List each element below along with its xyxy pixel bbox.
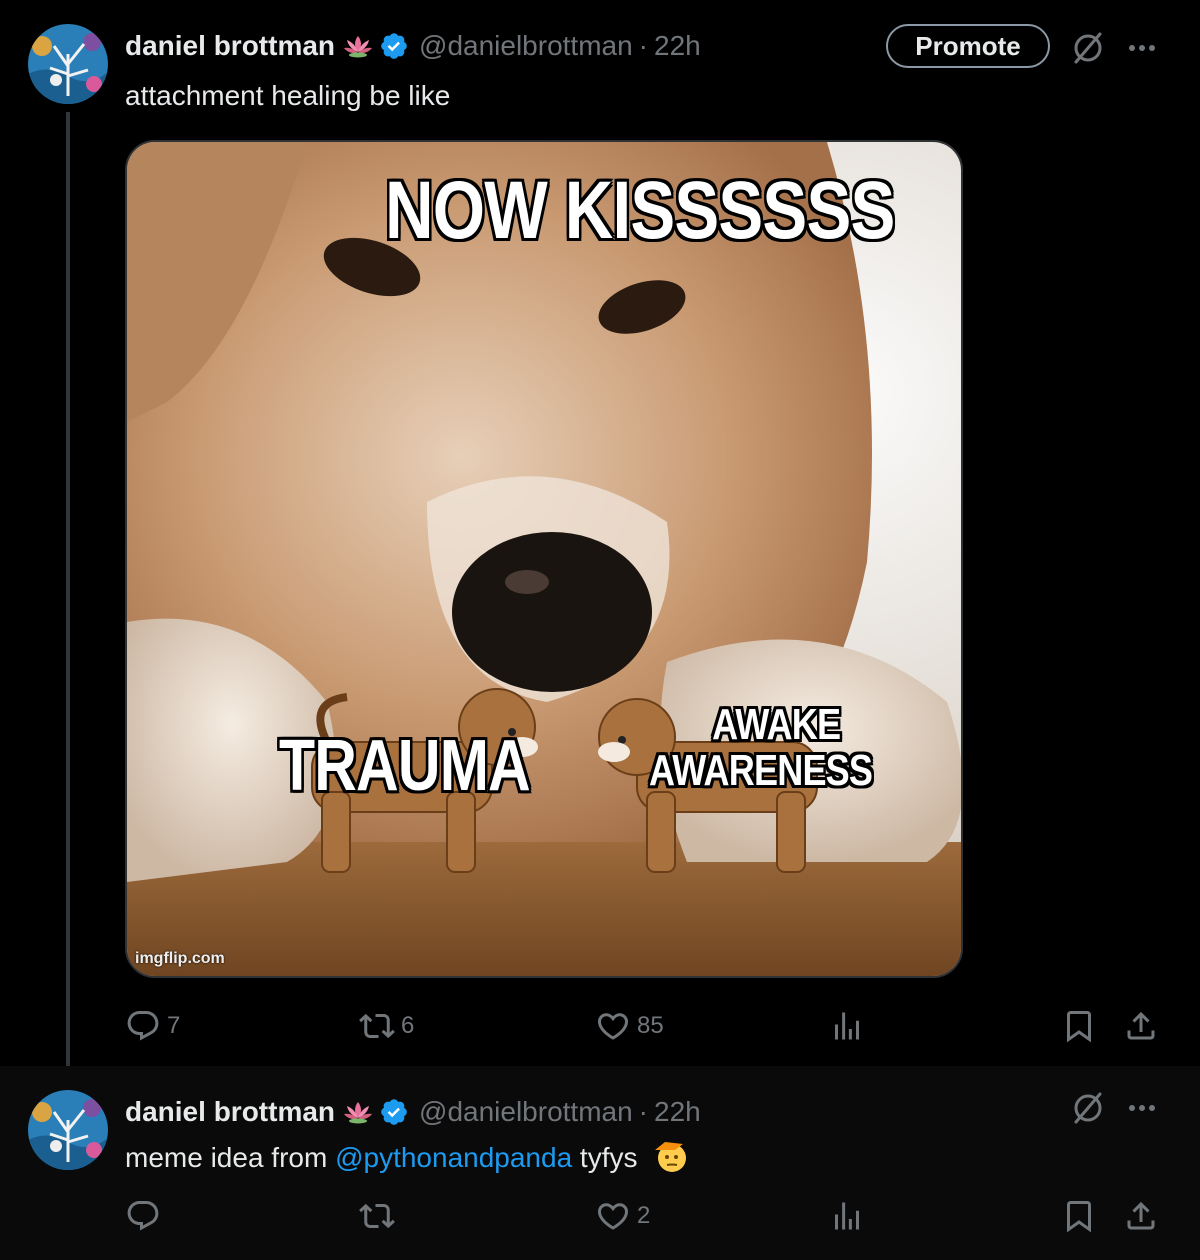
meme-caption-right-line1: AWAKE xyxy=(712,700,841,749)
like-icon xyxy=(597,1013,629,1040)
author-handle[interactable]: @danielbrottman xyxy=(419,1096,633,1128)
verified-icon[interactable] xyxy=(379,1097,409,1127)
grok-icon[interactable] xyxy=(1068,1088,1108,1128)
share-icon xyxy=(1127,1201,1155,1230)
like-count: 85 xyxy=(637,1012,664,1039)
views-button[interactable] xyxy=(829,1006,865,1046)
views-button[interactable] xyxy=(829,1196,865,1236)
separator-dot: · xyxy=(638,1096,648,1127)
views-icon xyxy=(835,1202,859,1230)
action-bar: 2 xyxy=(125,1196,1165,1236)
repost-icon xyxy=(359,1203,395,1229)
like-count: 2 xyxy=(637,1202,651,1229)
timestamp[interactable]: 22h xyxy=(654,30,701,62)
tweet-header: daniel brottman @danielbrottman · 22h xyxy=(125,26,701,66)
share-button[interactable] xyxy=(1123,1196,1159,1236)
repost-button[interactable]: 6 xyxy=(359,1006,414,1046)
meme-caption-right: AWAKE AWARENESS xyxy=(649,700,873,796)
reply-button[interactable] xyxy=(125,1196,167,1236)
reply-button[interactable]: 7 xyxy=(125,1006,180,1046)
repost-button[interactable] xyxy=(359,1196,401,1236)
like-icon xyxy=(597,1203,629,1230)
tweet-main[interactable]: daniel brottman @danielbrottman · 22h Pr… xyxy=(0,0,1200,1070)
verified-icon[interactable] xyxy=(379,31,409,61)
reply-count: 7 xyxy=(167,1012,181,1039)
meme-caption-left: TRAUMA xyxy=(279,726,531,806)
avatar[interactable] xyxy=(28,1090,108,1170)
reply-icon xyxy=(127,1201,159,1231)
bookmark-button[interactable] xyxy=(1061,1006,1097,1046)
saluting-face-emoji xyxy=(653,1138,689,1181)
image-watermark: imgflip.com xyxy=(135,950,225,967)
grok-icon[interactable] xyxy=(1068,28,1108,68)
more-icon[interactable] xyxy=(1122,28,1162,68)
tweet-image[interactable]: NOW KISSSSSS TRAUMA AWAKE AWARENESS imgf… xyxy=(125,140,963,978)
thread-connector-line xyxy=(66,112,70,1070)
mention-link[interactable]: @pythonandpanda xyxy=(335,1142,572,1173)
lotus-icon xyxy=(343,33,373,59)
repost-count: 6 xyxy=(401,1012,415,1039)
timestamp[interactable]: 22h xyxy=(654,1096,701,1128)
bookmark-icon xyxy=(1067,1011,1091,1043)
tweet-reply[interactable]: daniel brottman @danielbrottman · 22h me… xyxy=(0,1066,1200,1260)
tweet-text-after: tyfys xyxy=(572,1141,638,1173)
views-icon xyxy=(835,1012,859,1040)
more-icon[interactable] xyxy=(1122,1088,1162,1128)
tweet-text: attachment healing be like xyxy=(125,80,451,111)
reply-icon xyxy=(127,1011,159,1041)
author-handle[interactable]: @danielbrottman xyxy=(419,30,633,62)
avatar[interactable] xyxy=(28,24,108,104)
bookmark-button[interactable] xyxy=(1061,1196,1097,1236)
meme-caption-top: NOW KISSSSSS xyxy=(385,165,895,256)
tweet-text: meme idea from @pythonandpanda tyfys xyxy=(125,1138,689,1181)
share-icon xyxy=(1127,1011,1155,1040)
meme-caption-right-line2: AWARENESS xyxy=(649,746,873,796)
repost-icon xyxy=(359,1013,395,1039)
separator-dot: · xyxy=(638,30,648,61)
share-button[interactable] xyxy=(1123,1006,1159,1046)
like-button[interactable]: 85 xyxy=(595,1006,664,1046)
meme-image-art xyxy=(127,142,961,976)
author-name[interactable]: daniel brottman xyxy=(125,30,335,62)
action-bar: 7 6 85 xyxy=(125,1006,1165,1046)
bookmark-icon xyxy=(1067,1201,1091,1233)
promote-button[interactable]: Promote xyxy=(886,24,1050,68)
author-name[interactable]: daniel brottman xyxy=(125,1096,335,1128)
like-button[interactable]: 2 xyxy=(595,1196,650,1236)
lotus-icon xyxy=(343,1099,373,1125)
tweet-header: daniel brottman @danielbrottman · 22h xyxy=(125,1092,701,1132)
tweet-text-before: meme idea from xyxy=(125,1141,336,1173)
